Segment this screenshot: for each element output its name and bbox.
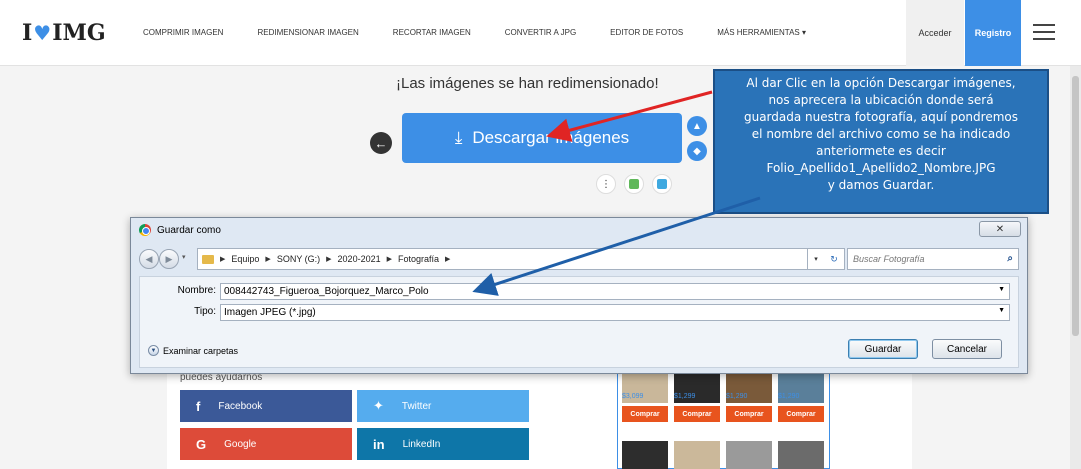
annotation-arrows	[472, 90, 761, 296]
red-arrow	[546, 90, 713, 142]
blue-arrow	[472, 196, 761, 296]
